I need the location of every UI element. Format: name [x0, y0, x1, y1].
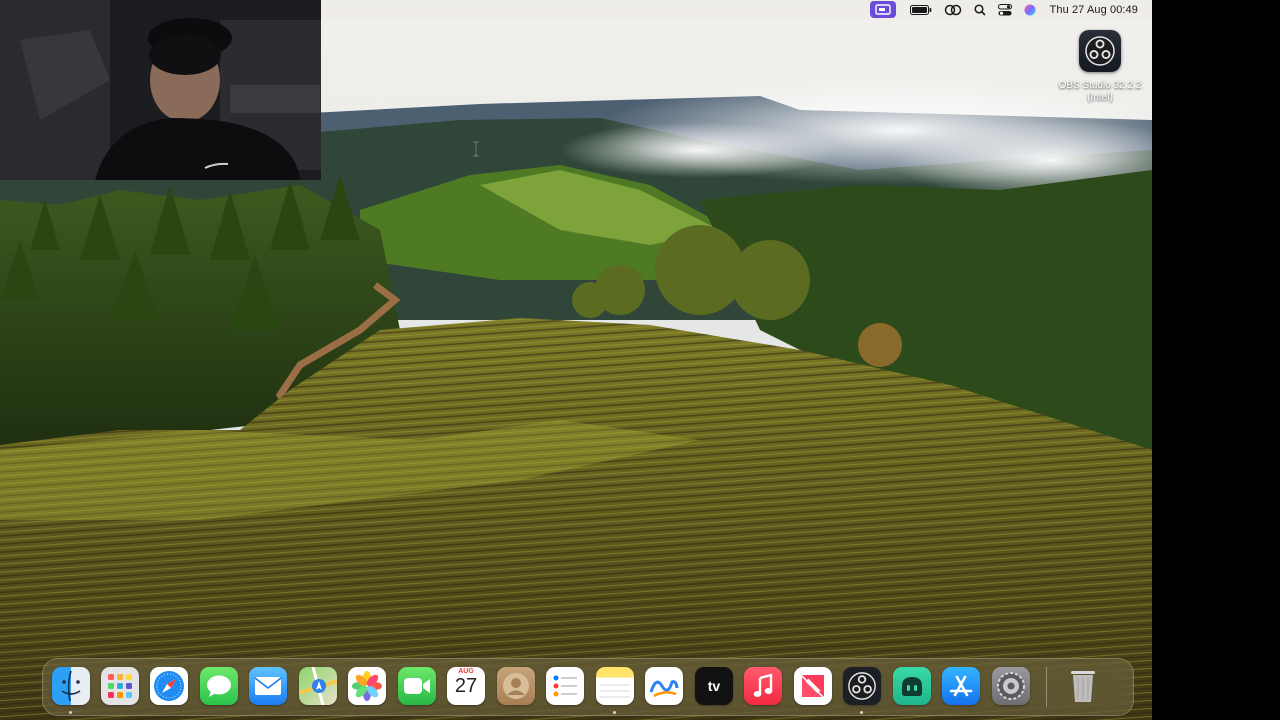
- calendar-day: 27: [454, 675, 478, 697]
- dock: AUG 27 tv: [42, 658, 1134, 716]
- menu-bar-clock[interactable]: Thu 27 Aug 00:49: [1042, 0, 1152, 19]
- right-black-bar: [1152, 0, 1280, 720]
- finder-icon[interactable]: [52, 667, 90, 705]
- apple-tv-icon[interactable]: tv: [695, 667, 733, 705]
- safari-icon[interactable]: [150, 667, 188, 705]
- running-indicator: [613, 711, 616, 714]
- maps-icon[interactable]: [299, 667, 337, 705]
- obs-desktop-icon-label: OBS Studio 32.2.2 (Intel): [1058, 80, 1142, 103]
- messages-icon[interactable]: [200, 667, 238, 705]
- running-indicator: [69, 711, 72, 714]
- webcam-overlay: [0, 0, 321, 180]
- text-cursor-icon: [473, 141, 479, 157]
- freeform-icon[interactable]: [645, 667, 683, 705]
- music-icon[interactable]: [744, 667, 782, 705]
- siri-icon[interactable]: [1018, 0, 1042, 19]
- launchpad-icon[interactable]: [101, 667, 139, 705]
- trash-icon[interactable]: [1064, 667, 1102, 705]
- obs-icon: [1079, 30, 1121, 72]
- mail-icon[interactable]: [249, 667, 287, 705]
- obs-studio-desktop-icon[interactable]: OBS Studio 32.2.2 (Intel): [1052, 30, 1148, 104]
- screen-mirroring-icon[interactable]: [869, 1, 896, 18]
- reminders-icon[interactable]: [546, 667, 584, 705]
- running-indicator: [860, 711, 863, 714]
- menu-bar: Thu 27 Aug 00:49: [321, 0, 1152, 19]
- copilot-icon[interactable]: [893, 667, 931, 705]
- webcam-person-image: [0, 0, 321, 180]
- tv-label: tv: [707, 678, 721, 694]
- news-icon[interactable]: [794, 667, 832, 705]
- control-center-icon[interactable]: [992, 0, 1018, 19]
- photos-icon[interactable]: [348, 667, 386, 705]
- facetime-icon[interactable]: [398, 667, 436, 705]
- link-icon[interactable]: [938, 0, 968, 19]
- app-store-icon[interactable]: [942, 667, 980, 705]
- calendar-icon[interactable]: AUG 27: [447, 667, 485, 705]
- system-settings-icon[interactable]: [992, 667, 1030, 705]
- battery-icon[interactable]: [904, 0, 938, 19]
- dock-separator: [1046, 667, 1047, 707]
- search-icon[interactable]: [968, 0, 992, 19]
- contacts-icon[interactable]: [497, 667, 535, 705]
- obs-studio-icon[interactable]: [843, 667, 881, 705]
- notes-icon[interactable]: [596, 667, 634, 705]
